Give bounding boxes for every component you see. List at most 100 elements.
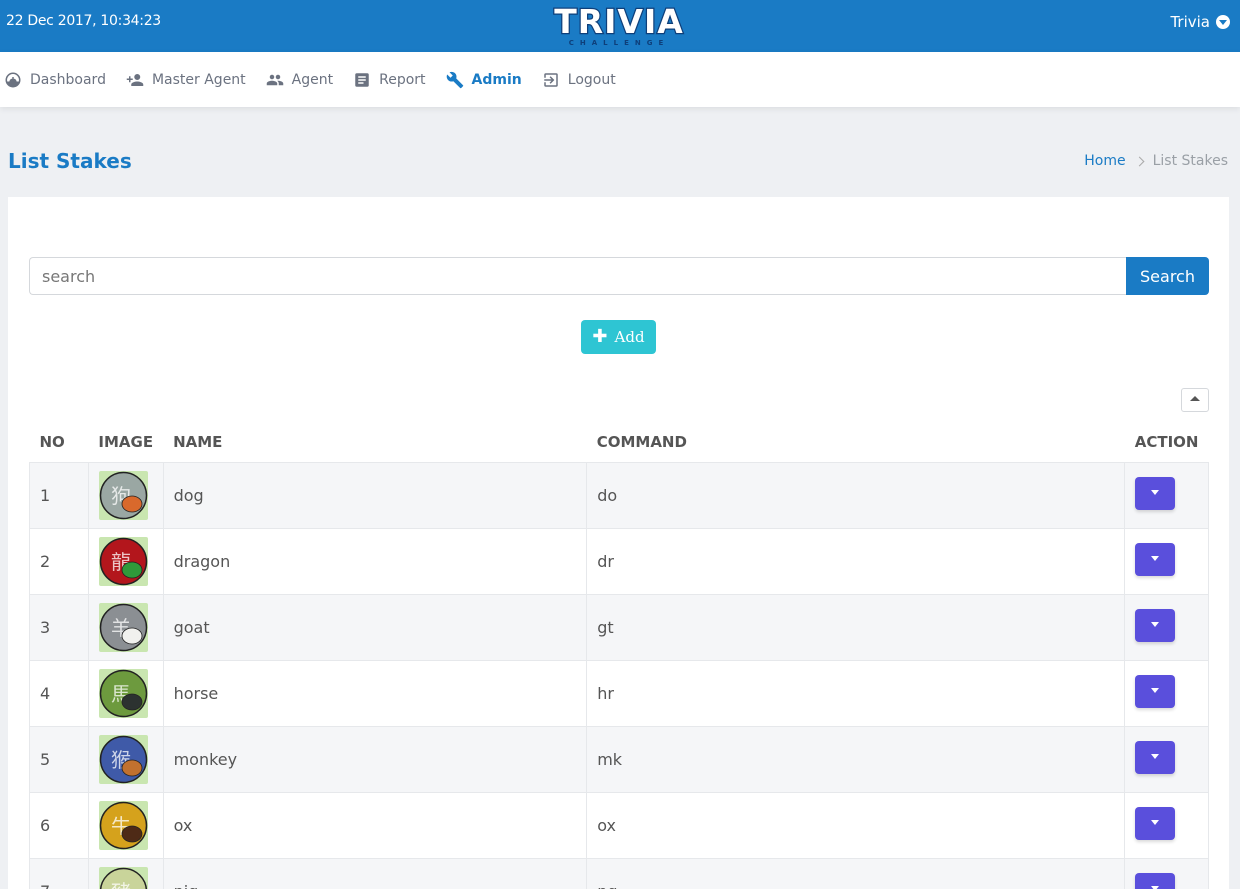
row-number: 1 bbox=[29, 461, 89, 528]
header-command: COMMAND bbox=[596, 432, 687, 451]
row-number: 5 bbox=[29, 725, 89, 792]
row-name: dragon bbox=[163, 527, 588, 594]
nav-master-agent-label: Master Agent bbox=[151, 71, 246, 88]
row-command: hr bbox=[586, 659, 1126, 726]
row-command: dr bbox=[586, 527, 1126, 594]
svg-text:豬: 豬 bbox=[111, 880, 131, 889]
row-image-cell: 牛 bbox=[88, 791, 164, 858]
add-button-label: Add bbox=[614, 328, 645, 346]
breadcrumb: Home List Stakes bbox=[1084, 153, 1228, 169]
nav-logout[interactable]: Logout bbox=[542, 71, 616, 89]
nav-master-agent[interactable]: Master Agent bbox=[126, 71, 246, 89]
top-bar: 22 Dec 2017, 10:34:23 TRIVIA CHALLENGE T… bbox=[0, 0, 1240, 52]
row-number: 6 bbox=[29, 791, 89, 858]
row-action-dropdown-button[interactable] bbox=[1135, 872, 1176, 889]
person-add-icon bbox=[126, 73, 144, 86]
user-label: Trivia bbox=[1170, 13, 1210, 31]
row-number: 3 bbox=[29, 593, 89, 660]
row-action-cell bbox=[1124, 527, 1209, 594]
stakes-table: NO IMAGE NAME COMMAND ACTION 1 狗 dog do 2 龍 dr… bbox=[29, 422, 1209, 889]
row-image-cell: 龍 bbox=[88, 527, 164, 594]
nav-admin-label: Admin bbox=[471, 71, 522, 88]
row-action-cell bbox=[1124, 461, 1209, 528]
page-title: List Stakes bbox=[8, 149, 132, 173]
row-command: mk bbox=[586, 725, 1126, 792]
trivia-logo[interactable]: TRIVIA CHALLENGE bbox=[553, 0, 685, 48]
row-action-cell bbox=[1124, 791, 1209, 858]
table-row: 7 豬 pigpg bbox=[29, 857, 1209, 889]
nav-logout-label: Logout bbox=[567, 71, 616, 88]
row-image-cell: 豬 bbox=[88, 857, 164, 889]
main-nav: Dashboard Master Agent Agent Report Admi… bbox=[0, 52, 1240, 107]
stake-image: 羊 bbox=[98, 602, 148, 652]
table-row: 4 馬 horse hr bbox=[29, 659, 1209, 726]
row-image-cell: 狗 bbox=[88, 461, 164, 528]
nav-report[interactable]: Report bbox=[353, 71, 426, 89]
stake-image: 馬 bbox=[98, 668, 148, 718]
document-icon bbox=[355, 72, 369, 87]
plus-icon: ✚ bbox=[592, 326, 608, 347]
header-image: IMAGE bbox=[98, 432, 154, 451]
row-name: horse bbox=[163, 659, 588, 726]
row-action-dropdown-button[interactable] bbox=[1135, 542, 1176, 576]
row-name: ox bbox=[163, 791, 588, 858]
logout-icon bbox=[544, 72, 558, 87]
row-image-cell: 猴 bbox=[88, 725, 164, 792]
user-menu[interactable]: Trivia bbox=[1170, 13, 1230, 31]
stake-image: 龍 bbox=[98, 536, 148, 586]
nav-dashboard[interactable]: Dashboard bbox=[4, 71, 106, 89]
row-command: ox bbox=[586, 791, 1126, 858]
row-image-cell: 馬 bbox=[88, 659, 164, 726]
stake-image: 豬 bbox=[98, 866, 148, 889]
chevron-right-icon bbox=[1134, 156, 1145, 166]
row-command: gt bbox=[586, 593, 1126, 660]
header-action: ACTION bbox=[1134, 432, 1199, 451]
row-action-cell bbox=[1124, 593, 1209, 660]
nav-admin[interactable]: Admin bbox=[446, 71, 522, 89]
stakes-card: Search ✚ Add NO IMAGE NAME COMMAND ACTIO… bbox=[8, 197, 1229, 889]
stake-image: 猴 bbox=[98, 734, 148, 784]
table-row: 5 猴 monkey mk bbox=[29, 725, 1209, 792]
table-row: 6 牛 ox ox bbox=[29, 791, 1209, 858]
row-name: monkey bbox=[163, 725, 588, 792]
row-action-dropdown-button[interactable] bbox=[1135, 674, 1176, 708]
row-action-cell bbox=[1124, 725, 1209, 792]
search-button[interactable]: Search bbox=[1126, 257, 1209, 295]
breadcrumb-current: List Stakes bbox=[1152, 153, 1228, 169]
search-input[interactable] bbox=[29, 257, 1126, 295]
nav-report-label: Report bbox=[379, 71, 426, 88]
row-name: dog bbox=[163, 461, 588, 528]
table-row: 3 羊 goat gt bbox=[29, 593, 1209, 660]
table-row: 2 龍 dragon dr bbox=[29, 527, 1209, 594]
row-action-dropdown-button[interactable] bbox=[1135, 806, 1176, 840]
row-name: goat bbox=[163, 593, 588, 660]
breadcrumb-home-link[interactable]: Home bbox=[1084, 153, 1125, 169]
chevron-down-icon bbox=[1216, 15, 1230, 29]
row-image-cell: 羊 bbox=[88, 593, 164, 660]
nav-dashboard-label: Dashboard bbox=[30, 71, 106, 88]
search-bar: Search bbox=[29, 257, 1209, 295]
row-command: pg bbox=[586, 857, 1126, 889]
dashboard-icon bbox=[5, 72, 21, 87]
logo-subtext: CHALLENGE bbox=[569, 39, 670, 47]
people-icon bbox=[266, 74, 283, 85]
row-action-dropdown-button[interactable] bbox=[1135, 476, 1176, 510]
wrench-icon bbox=[446, 71, 463, 88]
row-action-dropdown-button[interactable] bbox=[1135, 740, 1176, 774]
logo-text: TRIVIA bbox=[554, 2, 684, 41]
nav-agent[interactable]: Agent bbox=[266, 71, 333, 89]
table-row: 1 狗 dog do bbox=[29, 461, 1209, 528]
stake-image: 牛 bbox=[98, 800, 148, 850]
row-action-cell bbox=[1124, 857, 1209, 889]
row-name: pig bbox=[163, 857, 588, 889]
row-command: do bbox=[586, 461, 1126, 528]
add-button[interactable]: ✚ Add bbox=[581, 320, 656, 354]
row-action-dropdown-button[interactable] bbox=[1135, 608, 1176, 642]
row-number: 4 bbox=[29, 659, 89, 726]
header-no: NO bbox=[39, 432, 65, 451]
collapse-toggle-button[interactable] bbox=[1181, 388, 1209, 412]
datetime-display: 22 Dec 2017, 10:34:23 bbox=[6, 13, 161, 29]
header-name: NAME bbox=[173, 432, 223, 451]
table-header-row: NO IMAGE NAME COMMAND ACTION bbox=[30, 422, 1209, 462]
row-action-cell bbox=[1124, 659, 1209, 726]
